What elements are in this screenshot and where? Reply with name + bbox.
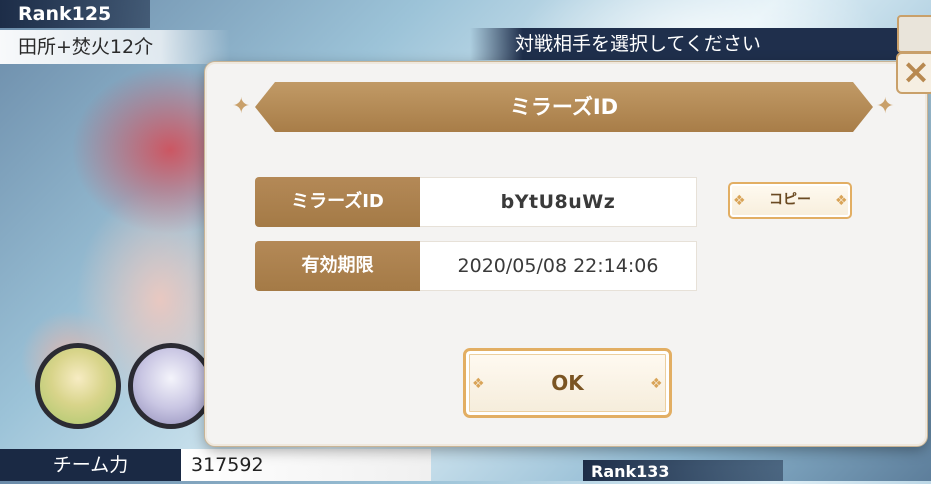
team-member-avatar [35, 343, 121, 429]
button-ornament-icon: ❖ [650, 376, 663, 392]
close-icon[interactable]: × [896, 52, 931, 94]
ornament-left-icon: ✦ [232, 94, 251, 119]
select-opponent-banner: 対戦相手を選択してください [470, 28, 910, 60]
team-power-label: チーム力 [0, 449, 181, 481]
team-power-value: 317592 [181, 449, 431, 481]
button-ornament-icon: ❖ [835, 193, 848, 209]
mirrors-id-value: bYtU8uWz [420, 177, 697, 227]
player-rank-label: Rank125 [0, 0, 150, 28]
background-corner-button [897, 15, 931, 53]
team-member-avatar [128, 343, 214, 429]
opponent-rank-label: Rank133 [583, 460, 783, 481]
button-ornament-icon: ❖ [472, 376, 485, 392]
copy-button[interactable]: コピー [728, 182, 852, 219]
expiry-value: 2020/05/08 22:14:06 [420, 241, 697, 291]
player-name: 田所+焚火12介 [0, 30, 230, 64]
ok-button[interactable]: OK [463, 348, 672, 418]
mirrors-id-label: ミラーズID [255, 177, 420, 227]
expiry-label: 有効期限 [255, 241, 420, 291]
ornament-right-icon: ✦ [876, 94, 895, 119]
dialog-title: ミラーズID [509, 95, 619, 119]
button-ornament-icon: ❖ [733, 193, 746, 209]
